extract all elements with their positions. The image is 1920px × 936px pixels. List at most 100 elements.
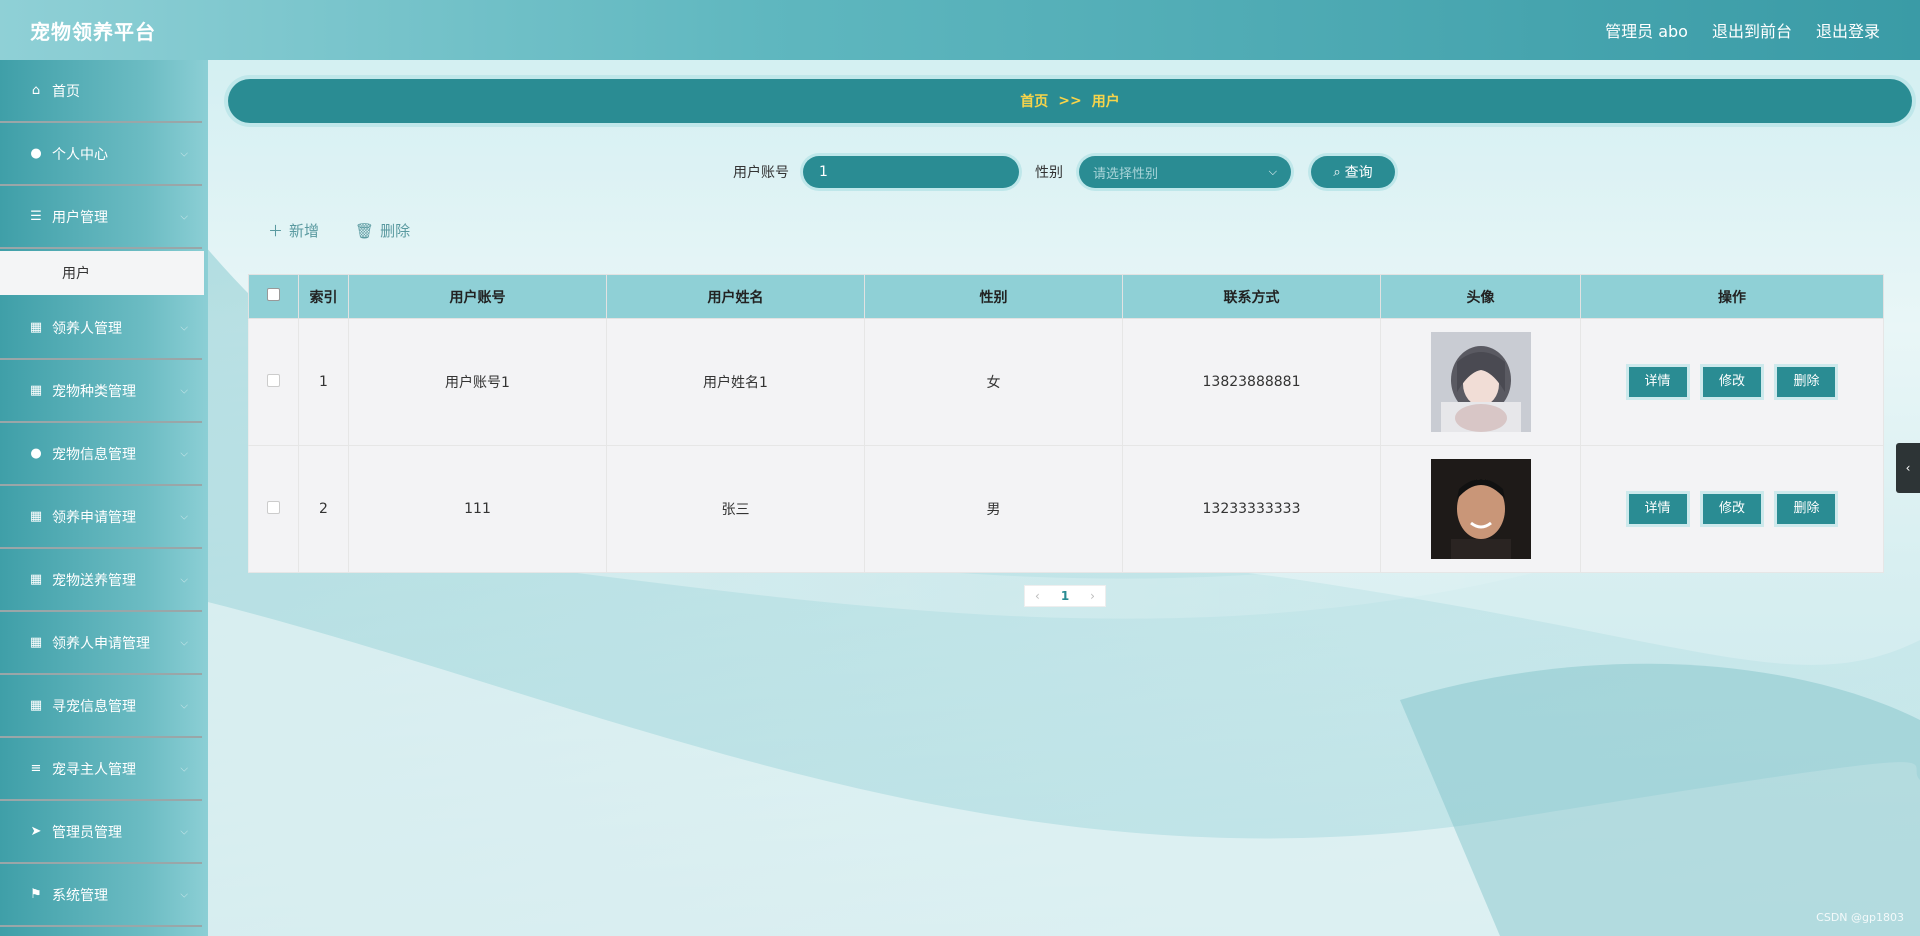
right-panel-toggle[interactable]: ‹ xyxy=(1896,443,1920,493)
sidebar-item-pet-rehoming-management[interactable]: ▦ 宠物送养管理 ⌵ xyxy=(0,549,202,612)
sidebar-item-pet-owner-search-management[interactable]: ≡ 宠寻主人管理 ⌵ xyxy=(0,738,202,801)
table-row: 2 111 张三 男 13233333333 详情 修改 删除 xyxy=(248,445,1884,573)
cell-name: 用户姓名1 xyxy=(606,318,865,446)
avatar-image xyxy=(1430,332,1531,432)
logout-link[interactable]: 退出登录 xyxy=(1816,18,1880,42)
sidebar-item-system-management[interactable]: ⚑ 系统管理 ⌵ xyxy=(0,864,202,927)
main-content: 首页 >> 用户 用户账号 性别 请选择性别 ⌵ ⌕ 查询 ＋ 新增 🗑 删除 xyxy=(208,60,1920,936)
watermark: CSDN @gp1803 xyxy=(1816,911,1904,924)
sidebar-item-home[interactable]: ⌂ 首页 xyxy=(0,60,202,123)
admin-user-label[interactable]: 管理员 abo xyxy=(1605,18,1688,42)
pagination: ‹ 1 › xyxy=(1024,585,1106,607)
edit-button[interactable]: 修改 xyxy=(1703,367,1761,397)
cell-phone: 13823888881 xyxy=(1122,318,1381,446)
sidebar-item-label: 首页 xyxy=(52,83,80,100)
select-all-checkbox[interactable] xyxy=(267,288,280,301)
delete-button-label: 删除 xyxy=(380,222,411,240)
user-icon: ● xyxy=(30,446,42,461)
breadcrumb-home[interactable]: 首页 xyxy=(1020,91,1048,111)
chevron-down-icon: ⌵ xyxy=(180,574,188,585)
submenu-item-users[interactable]: 用户 xyxy=(0,251,204,295)
query-button-label: 查询 xyxy=(1344,165,1373,181)
next-page-icon[interactable]: › xyxy=(1090,589,1095,603)
chevron-down-icon: ⌵ xyxy=(180,763,188,774)
edit-button[interactable]: 修改 xyxy=(1703,494,1761,524)
send-icon: ➤ xyxy=(30,824,42,839)
breadcrumb-separator: >> xyxy=(1058,93,1082,109)
sidebar-item-label: 个人中心 xyxy=(52,146,108,163)
to-front-link[interactable]: 退出到前台 xyxy=(1712,18,1792,42)
cell-account: 111 xyxy=(348,445,607,573)
chevron-down-icon: ⌵ xyxy=(1268,165,1277,178)
sidebar-item-label: 宠物信息管理 xyxy=(52,446,136,463)
detail-button[interactable]: 详情 xyxy=(1628,367,1687,397)
page-number[interactable]: 1 xyxy=(1061,589,1069,603)
header-avatar: 头像 xyxy=(1380,274,1581,319)
row-checkbox[interactable] xyxy=(267,500,280,514)
gender-select[interactable]: 请选择性别 ⌵ xyxy=(1079,156,1291,188)
home-icon: ⌂ xyxy=(31,83,41,98)
chevron-down-icon: ⌵ xyxy=(180,148,188,159)
row-select-cell xyxy=(248,318,299,446)
search-bar: 用户账号 性别 请选择性别 ⌵ ⌕ 查询 xyxy=(208,152,1920,192)
sidebar-item-pet-info-management[interactable]: ● 宠物信息管理 ⌵ xyxy=(0,423,202,486)
sidebar-item-personal-center[interactable]: ● 个人中心 ⌵ xyxy=(0,123,202,186)
bulk-delete-button[interactable]: 🗑 删除 xyxy=(355,220,410,241)
header-name: 用户姓名 xyxy=(606,274,865,319)
cell-gender: 女 xyxy=(864,318,1123,446)
chevron-down-icon: ⌵ xyxy=(180,211,188,222)
gender-select-placeholder: 请选择性别 xyxy=(1093,166,1159,182)
cell-operations: 详情 修改 删除 xyxy=(1580,318,1884,446)
grid-icon: ▦ xyxy=(29,698,43,713)
account-search-input[interactable] xyxy=(803,156,1019,188)
sidebar-item-lost-pet-info-management[interactable]: ▦ 寻宠信息管理 ⌵ xyxy=(0,675,202,738)
cell-avatar xyxy=(1380,318,1581,446)
sidebar-item-adopter-application-management[interactable]: ▦ 领养人申请管理 ⌵ xyxy=(0,612,202,675)
sidebar: ⌂ 首页 ● 个人中心 ⌵ ☰ 用户管理 ⌵ 用户 ▦ 领养人管理 ⌵ ▦ 宠物… xyxy=(0,60,208,936)
sidebar-item-label: 宠物种类管理 xyxy=(52,383,136,400)
cell-phone: 13233333333 xyxy=(1122,445,1381,573)
prev-page-icon[interactable]: ‹ xyxy=(1035,589,1040,603)
chevron-down-icon: ⌵ xyxy=(180,700,188,711)
grid-icon: ▦ xyxy=(29,383,43,398)
table-row: 1 用户账号1 用户姓名1 女 13823888881 详情 修改 删除 xyxy=(248,318,1884,446)
add-button[interactable]: ＋ 新增 xyxy=(268,220,319,241)
table-header-row: 索引 用户账号 用户姓名 性别 联系方式 头像 操作 xyxy=(248,274,1884,319)
header-phone: 联系方式 xyxy=(1122,274,1381,319)
sidebar-item-label: 领养人管理 xyxy=(52,320,122,337)
flag-icon: ⚑ xyxy=(30,887,42,902)
grid-icon: ▦ xyxy=(29,509,43,524)
sidebar-item-label: 领养申请管理 xyxy=(52,509,136,526)
detail-button[interactable]: 详情 xyxy=(1628,494,1687,524)
sidebar-item-label: 宠物送养管理 xyxy=(52,572,136,589)
cell-operations: 详情 修改 删除 xyxy=(1580,445,1884,573)
sidebar-item-label: 管理员管理 xyxy=(52,824,122,841)
sidebar-item-admin-management[interactable]: ➤ 管理员管理 ⌵ xyxy=(0,801,202,864)
top-header: 宠物领养平台 管理员 abo 退出到前台 退出登录 xyxy=(0,0,1920,60)
header-index: 索引 xyxy=(298,274,349,319)
sidebar-item-adoption-application-management[interactable]: ▦ 领养申请管理 ⌵ xyxy=(0,486,202,549)
chevron-down-icon: ⌵ xyxy=(180,637,188,648)
cell-index: 2 xyxy=(298,445,349,573)
header-links: 管理员 abo 退出到前台 退出登录 xyxy=(1605,18,1880,42)
sidebar-item-pet-type-management[interactable]: ▦ 宠物种类管理 ⌵ xyxy=(0,360,202,423)
sidebar-item-user-management[interactable]: ☰ 用户管理 ⌵ xyxy=(0,186,202,249)
header-account: 用户账号 xyxy=(348,274,607,319)
grid-icon: ▦ xyxy=(29,635,43,650)
chevron-down-icon: ⌵ xyxy=(180,385,188,396)
chevron-down-icon: ⌵ xyxy=(180,511,188,522)
query-button[interactable]: ⌕ 查询 xyxy=(1311,156,1395,188)
row-checkbox[interactable] xyxy=(267,373,280,387)
cell-name: 张三 xyxy=(606,445,865,573)
sidebar-item-adopter-management[interactable]: ▦ 领养人管理 ⌵ xyxy=(0,297,202,360)
gender-filter-label: 性别 xyxy=(1035,165,1063,181)
delete-button[interactable]: 删除 xyxy=(1777,494,1836,524)
grid-icon: ▦ xyxy=(29,320,43,335)
sidebar-item-label: 系统管理 xyxy=(52,887,108,904)
sidebar-item-label: 寻宠信息管理 xyxy=(52,698,136,715)
account-search-label: 用户账号 xyxy=(733,165,789,181)
chevron-down-icon: ⌵ xyxy=(180,826,188,837)
chevron-down-icon: ⌵ xyxy=(180,322,188,333)
delete-button[interactable]: 删除 xyxy=(1777,367,1836,397)
avatar-image xyxy=(1430,459,1531,559)
